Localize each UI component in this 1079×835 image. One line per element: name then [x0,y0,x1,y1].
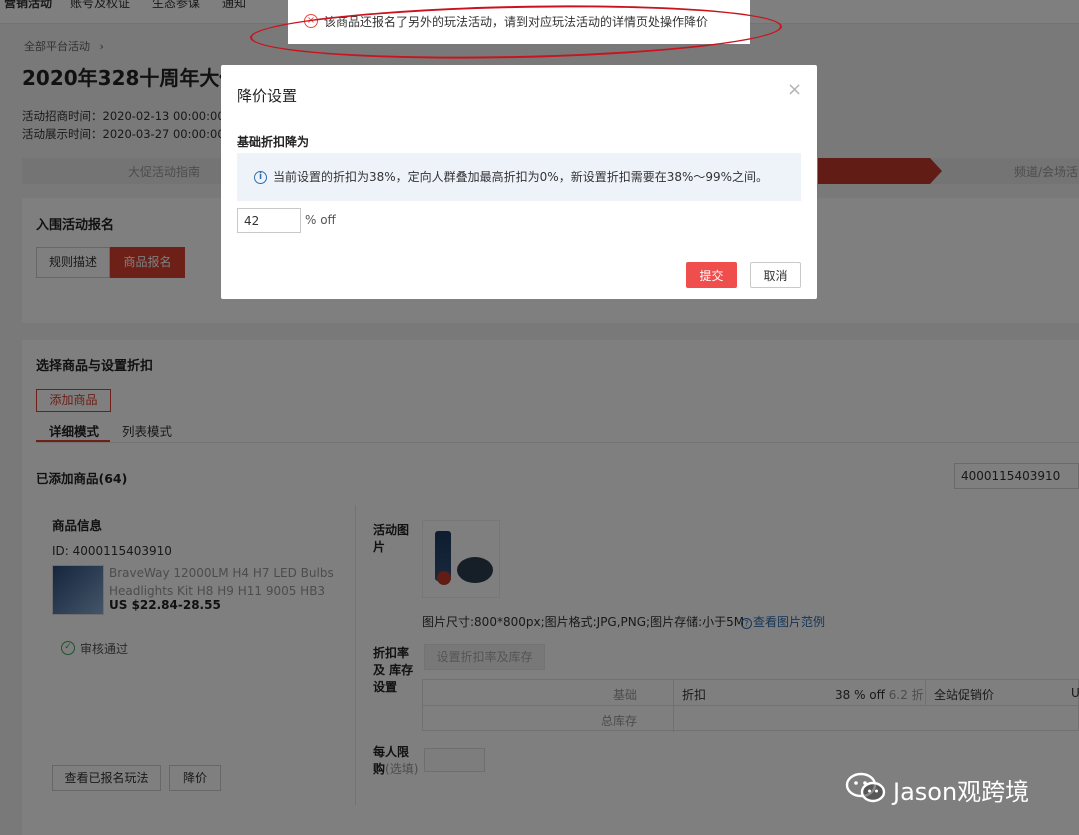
price-reduction-dialog: 降价设置 × 基础折扣降为 i 当前设置的折扣为38%，定向人群叠加最高折扣为0… [221,65,817,299]
info-notice: i 当前设置的折扣为38%，定向人群叠加最高折扣为0%，新设置折扣需要在38%～… [237,153,801,201]
discount-input[interactable] [237,208,301,233]
cancel-button[interactable]: 取消 [750,262,801,288]
submit-button[interactable]: 提交 [686,262,737,288]
info-icon: i [254,171,267,184]
info-text: 当前设置的折扣为38%，定向人群叠加最高折扣为0%，新设置折扣需要在38%～99… [273,170,769,184]
wechat-icon [845,772,886,803]
watermark-text: Jason观跨境 [893,778,1030,806]
close-icon[interactable]: × [787,79,802,100]
base-discount-label: 基础折扣降为 [237,135,310,149]
discount-unit: % off [305,213,336,227]
dialog-title: 降价设置 [237,87,298,105]
